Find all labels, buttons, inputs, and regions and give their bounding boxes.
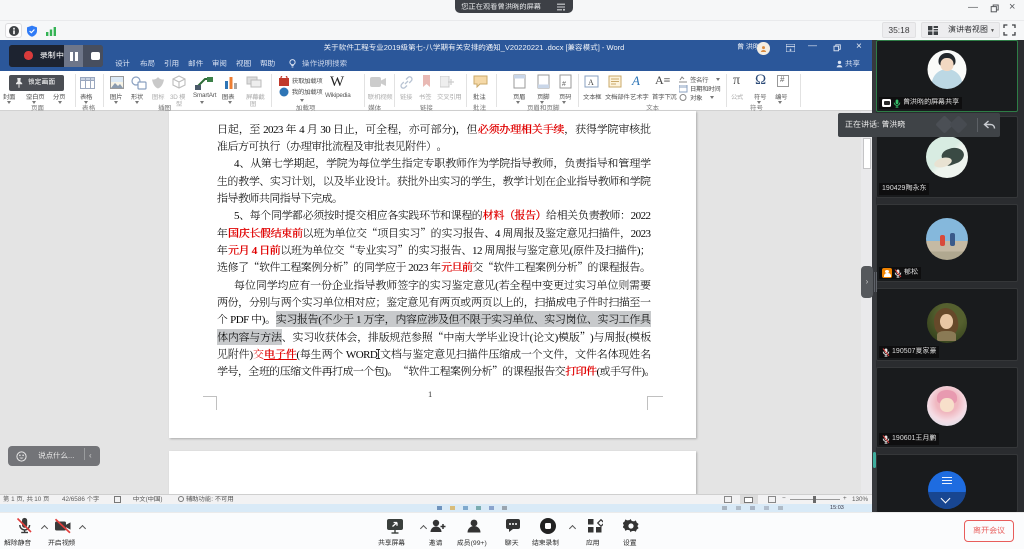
svg-text:#: #	[562, 81, 566, 88]
svg-text:A: A	[588, 78, 594, 87]
